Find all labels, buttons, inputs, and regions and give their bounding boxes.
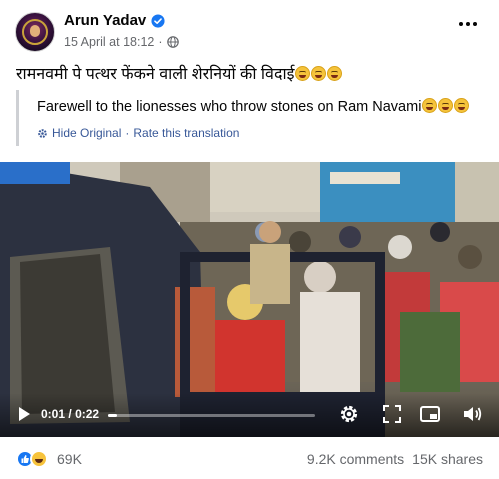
more-options-icon[interactable] [459,22,477,26]
laughing-emoji-icon [454,98,470,113]
fullscreen-icon[interactable] [381,403,403,425]
author-row: Arun Yadav [64,12,165,29]
haha-reaction-icon [30,450,48,468]
translation-settings-icon[interactable] [37,128,48,139]
volume-icon[interactable] [461,403,483,425]
video-progress-fill [108,414,118,417]
video-player[interactable]: 0:01 / 0:22 [0,162,499,437]
play-icon[interactable] [15,405,33,423]
laughing-emoji-icon [295,66,311,81]
laughing-emoji-icon [438,98,454,113]
link-separator: · [125,126,130,140]
post-header: Arun Yadav 15 April at 18:12 · [0,0,499,58]
reaction-count[interactable]: 69K [57,451,82,467]
shares-count[interactable]: 15K shares [412,451,483,467]
translation-text: Farewell to the lionesses who throw ston… [37,98,470,115]
video-progress-bar[interactable] [108,414,315,417]
reactions-summary[interactable]: 69K [16,450,82,468]
hide-original-link[interactable]: Hide Original [52,126,121,140]
post-footer: 69K 9.2K comments 15K shares [0,438,499,479]
post-meta: 15 April at 18:12 · [64,35,179,49]
comments-count[interactable]: 9.2K comments [307,451,404,467]
picture-in-picture-icon[interactable] [419,403,441,425]
laughing-emoji-icon [327,66,343,81]
current-time: 0:01 [41,407,66,421]
translation-text-content: Farewell to the lionesses who throw ston… [37,99,422,115]
verified-badge-icon [151,13,165,28]
post-caption: रामनवमी पे पत्थर फेंकने वाली शेरनियों की… [16,62,343,84]
video-controls: 0:01 / 0:22 [0,393,499,437]
author-name[interactable]: Arun Yadav [64,12,146,29]
time-separator: / [68,407,72,421]
video-time: 0:01 / 0:22 [41,407,99,421]
translation-links: Hide Original · Rate this translation [37,126,239,140]
settings-gear-icon[interactable] [338,403,360,425]
post-timestamp[interactable]: 15 April at 18:12 [64,35,154,49]
translation-block: Farewell to the lionesses who throw ston… [16,90,486,146]
caption-text: रामनवमी पे पत्थर फेंकने वाली शेरनियों की… [16,66,295,83]
author-avatar[interactable] [15,12,55,52]
laughing-emoji-icon [422,98,438,113]
rate-translation-link[interactable]: Rate this translation [133,126,239,140]
laughing-emoji-icon [311,66,327,81]
globe-icon [166,36,179,48]
meta-separator: · [158,35,163,49]
duration: 0:22 [75,407,100,421]
engagement-stats: 9.2K comments 15K shares [307,451,483,467]
